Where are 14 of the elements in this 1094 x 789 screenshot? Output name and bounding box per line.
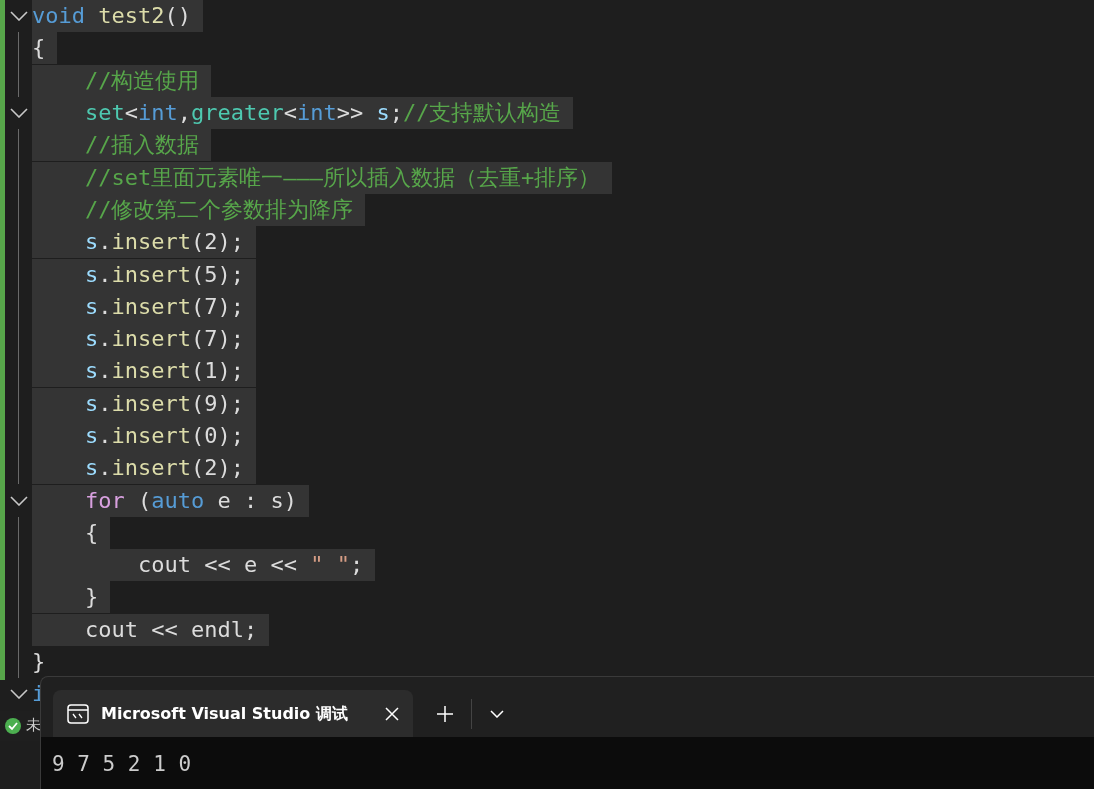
status-text: 未: [26, 715, 41, 737]
terminal-tab[interactable]: Microsoft Visual Studio 调试: [53, 690, 413, 737]
dropdown-chevron-icon[interactable]: [490, 709, 504, 718]
fold-chevron-icon[interactable]: [9, 11, 28, 22]
console-output: 9 7 5 2 1 0: [52, 752, 192, 776]
close-icon[interactable]: [385, 706, 399, 721]
code-line: }: [32, 648, 47, 677]
check-circle-icon: [4, 716, 22, 735]
tab-title: Microsoft Visual Studio 调试: [101, 702, 348, 725]
fold-chevron-icon[interactable]: [9, 689, 28, 700]
fold-chevron-icon[interactable]: [9, 108, 28, 119]
fold-chevron-icon[interactable]: [9, 495, 28, 506]
add-icon[interactable]: [437, 705, 453, 722]
console-icon: [67, 703, 89, 724]
